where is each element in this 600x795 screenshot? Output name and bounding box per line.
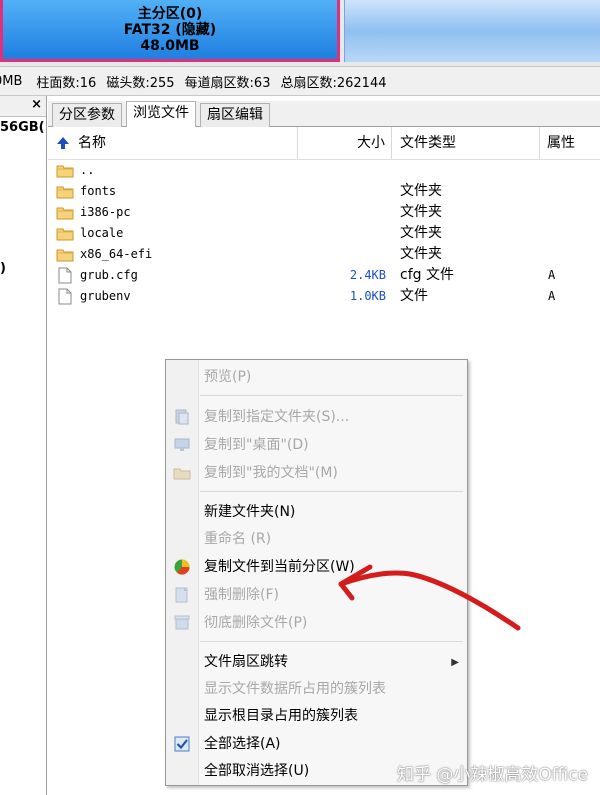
file-attr: A	[548, 289, 556, 303]
folder-icon	[56, 165, 74, 178]
tree-panel-header: ×	[0, 96, 46, 117]
file-list-header: 名称 大小 文件类型 属性	[48, 127, 600, 160]
file-row[interactable]: locale 文件夹	[48, 223, 600, 244]
file-row[interactable]: i386-pc 文件夹	[48, 202, 600, 223]
pie-chart-icon	[174, 559, 190, 575]
partition-name: 主分区(0)	[137, 6, 203, 22]
disk-info-bar: 0MB 柱面数:16 磁头数:255 每道扇区数:63 总扇区数:262144	[0, 66, 600, 96]
tab-sector-edit[interactable]: 扇区编辑	[200, 103, 270, 127]
file-type: 文件夹	[400, 225, 442, 241]
menu-item-preview[interactable]: 预览(P)	[204, 364, 251, 390]
file-row[interactable]: ..	[48, 160, 600, 181]
copy-to-folder-icon	[175, 409, 189, 425]
menu-item-file-sector-jump-label: 文件扇区跳转	[204, 654, 288, 670]
menu-item-show-clusters[interactable]: 显示文件数据所占用的簇列表	[204, 676, 386, 702]
disk-tree-panel: × 56GB( )	[0, 96, 47, 795]
tree-item-disk[interactable]: 56GB(	[0, 120, 45, 135]
menu-item-wipe-delete[interactable]: 彻底删除文件(P)	[204, 610, 307, 636]
info-cylinders: 柱面数:16	[36, 75, 97, 91]
file-size: 1.0KB	[349, 289, 386, 303]
partition-block-next[interactable]	[344, 0, 600, 62]
info-heads: 磁头数:255	[106, 75, 175, 91]
menu-item-show-root-clusters[interactable]: 显示根目录占用的簇列表	[204, 703, 358, 729]
folder-icon	[56, 228, 74, 241]
file-type: 文件	[400, 288, 428, 304]
wipe-delete-icon	[174, 615, 190, 630]
column-type[interactable]: 文件类型	[392, 127, 540, 159]
submenu-arrow-icon: ▶	[451, 657, 459, 668]
file-name: i386-pc	[80, 205, 131, 219]
watermark: 知乎 @小辣椒高效Office	[396, 765, 588, 785]
partition-map: 主分区(0) FAT32 (隐藏) 48.0MB	[0, 0, 600, 66]
menu-separator	[200, 491, 463, 492]
tab-bar: 分区参数 浏览文件 扇区编辑	[48, 101, 600, 127]
partition-size: 48.0MB	[140, 38, 200, 54]
tree-item-partition[interactable]: )	[0, 261, 6, 276]
file-type: 文件夹	[400, 246, 442, 262]
file-name: ..	[80, 163, 95, 177]
context-menu: 预览(P) 复制到指定文件夹(S)... 复制到"桌面"(D) 复制到"我的文档…	[165, 359, 468, 786]
desktop-icon	[174, 438, 190, 451]
column-attr[interactable]: 属性	[540, 127, 600, 159]
column-attr-label: 属性	[547, 135, 575, 151]
menu-item-rename[interactable]: 重命名 (R)	[204, 526, 271, 552]
file-icon	[58, 267, 72, 284]
file-type: 文件夹	[400, 204, 442, 220]
file-row[interactable]: grubenv 1.0KB 文件 A	[48, 286, 600, 307]
file-name: grub.cfg	[80, 268, 138, 282]
info-prefix: 0MB	[0, 73, 23, 89]
file-row[interactable]: fonts 文件夹	[48, 181, 600, 202]
column-name[interactable]: 名称	[48, 127, 298, 159]
file-type: 文件夹	[400, 183, 442, 199]
up-arrow-icon[interactable]	[56, 136, 70, 150]
partition-fs: FAT32 (隐藏)	[123, 22, 217, 38]
checkbox-icon	[174, 736, 190, 752]
info-sectors-per-track: 每道扇区数:63	[184, 75, 271, 91]
column-type-label: 文件类型	[400, 135, 456, 151]
file-row[interactable]: x86_64-efi 文件夹	[48, 244, 600, 265]
file-size: 2.4KB	[349, 268, 386, 282]
tab-browse-files[interactable]: 浏览文件	[126, 101, 196, 127]
column-size[interactable]: 大小	[298, 127, 392, 159]
documents-folder-icon	[173, 468, 191, 480]
force-delete-icon	[175, 587, 188, 603]
menu-separator	[200, 641, 463, 642]
menu-item-deselect-all[interactable]: 全部取消选择(U)	[204, 758, 309, 784]
file-attr: A	[548, 268, 556, 282]
column-name-label: 名称	[78, 135, 106, 151]
file-name: locale	[80, 226, 124, 240]
folder-icon	[56, 186, 74, 199]
menu-item-force-delete[interactable]: 强制删除(F)	[204, 582, 279, 608]
folder-icon	[56, 207, 74, 220]
menu-item-new-folder[interactable]: 新建文件夹(N)	[204, 499, 295, 525]
file-type: cfg 文件	[400, 267, 454, 283]
close-icon[interactable]: ×	[31, 97, 42, 112]
menu-item-select-all[interactable]: 全部选择(A)	[204, 731, 281, 757]
menu-item-copy-to-desktop[interactable]: 复制到"桌面"(D)	[204, 432, 309, 458]
info-total-sectors: 总扇区数:262144	[280, 75, 387, 91]
file-icon	[58, 288, 72, 305]
column-size-label: 大小	[357, 135, 385, 151]
menu-item-copy-to-documents[interactable]: 复制到"我的文档"(M)	[204, 460, 338, 486]
file-name: grubenv	[80, 289, 131, 303]
partition-block-primary[interactable]: 主分区(0) FAT32 (隐藏) 48.0MB	[0, 0, 340, 62]
menu-separator	[200, 395, 463, 396]
menu-item-file-sector-jump[interactable]: 文件扇区跳转	[204, 649, 444, 675]
file-name: fonts	[80, 184, 117, 198]
tab-partition-params[interactable]: 分区参数	[52, 103, 122, 127]
file-row[interactable]: grub.cfg 2.4KB cfg 文件 A	[48, 265, 600, 286]
menu-item-copy-to-current-partition[interactable]: 复制文件到当前分区(W)	[204, 554, 355, 580]
file-name: x86_64-efi	[80, 247, 153, 261]
menu-item-copy-to-folder[interactable]: 复制到指定文件夹(S)...	[204, 404, 349, 430]
folder-icon	[56, 249, 74, 262]
